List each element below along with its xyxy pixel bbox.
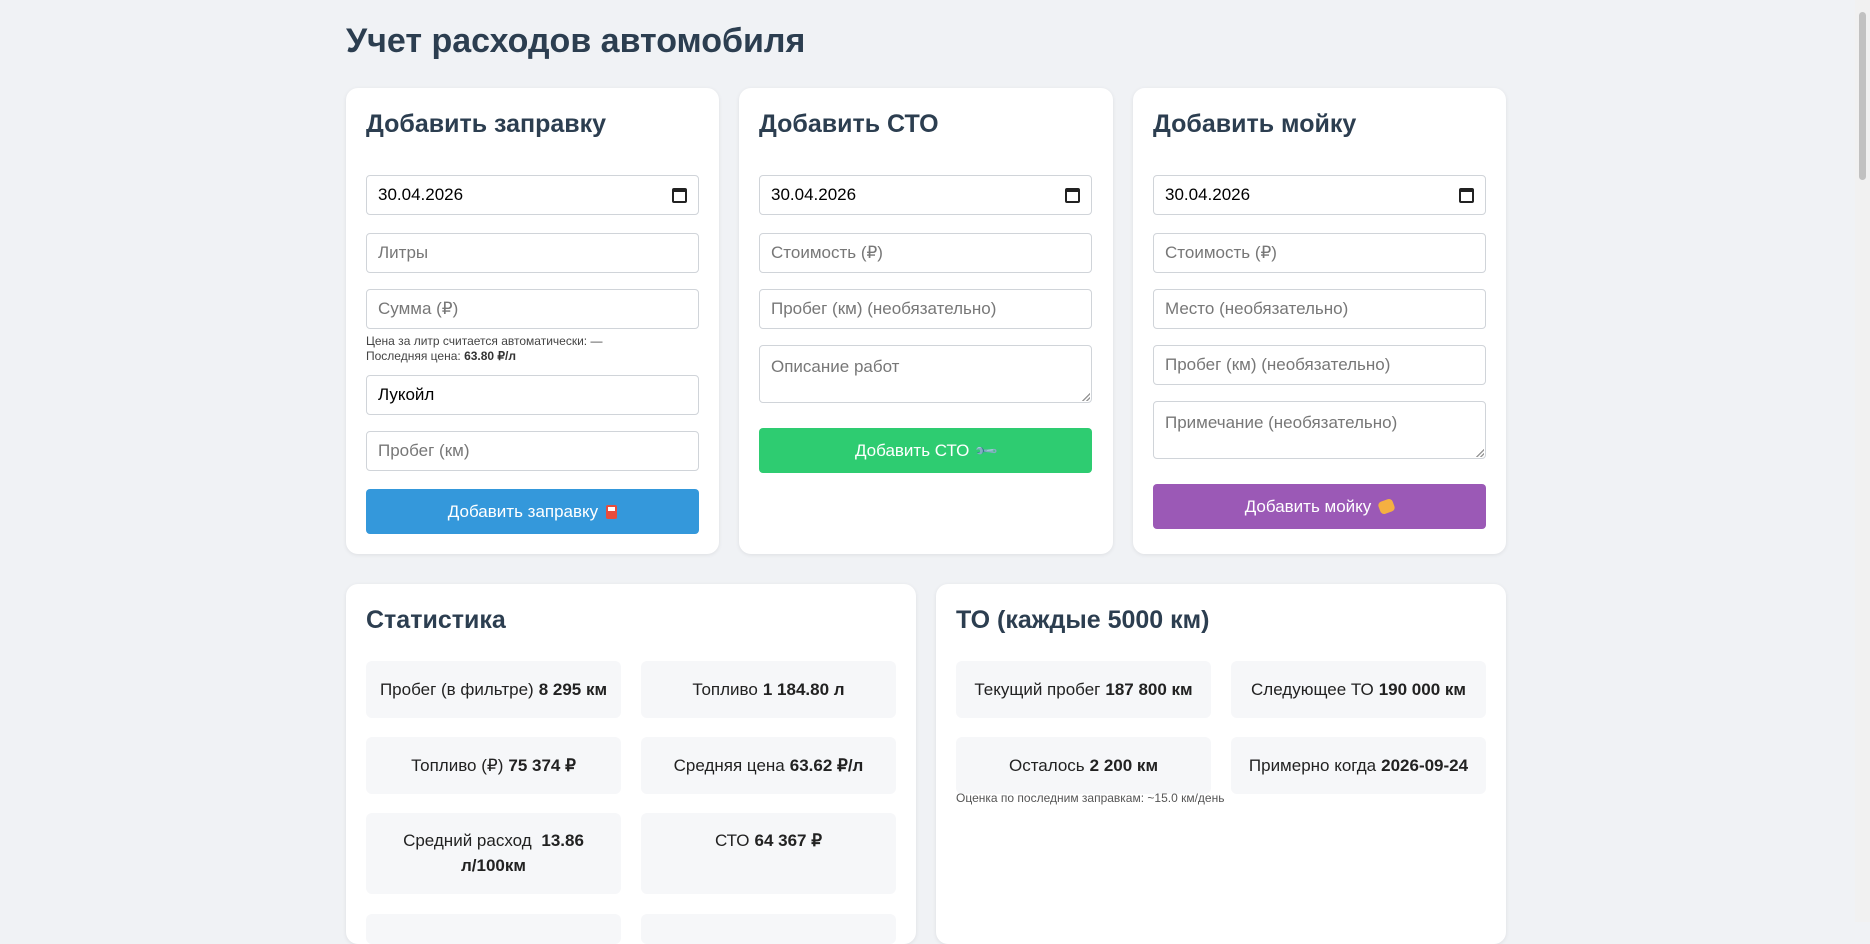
last-price-line: Последняя цена: 63.80 ₽/л	[366, 349, 602, 364]
fuel-liters-input[interactable]	[366, 233, 699, 273]
fuel-date-input[interactable]: 30.04.2026	[366, 175, 699, 215]
stat-value: 190 000 км	[1378, 680, 1466, 699]
wrench-icon: 🔧	[974, 438, 1000, 464]
fuel-date-value: 30.04.2026	[378, 185, 464, 204]
add-wash-button-label: Добавить мойку	[1244, 496, 1372, 516]
stat-item-fuel-liters: Топливо 1 184.80 л	[641, 661, 896, 718]
service-date-value: 30.04.2026	[771, 185, 857, 204]
to-item-current-mileage: Текущий пробег 187 800 км	[956, 661, 1211, 718]
fuel-pump-icon	[606, 504, 618, 519]
stat-value: 8 295 км	[538, 680, 608, 699]
stats-card: Статистика Пробег (в фильтре) 8 295 км То…	[346, 584, 916, 944]
stat-label: Текущий пробег	[974, 680, 1101, 699]
stat-value: 1 184.80 л	[762, 680, 845, 699]
wash-card: Добавить мойку 30.04.2026 Добавить мойку	[1133, 88, 1506, 554]
to-item-next-service: Следующее ТО 190 000 км	[1231, 661, 1486, 718]
wash-mileage-input[interactable]	[1153, 345, 1486, 385]
wash-date-value: 30.04.2026	[1165, 185, 1251, 204]
to-item-remaining: Осталось 2 200 км	[956, 737, 1211, 794]
add-service-button-label: Добавить СТО	[854, 440, 970, 460]
stat-label: СТО	[714, 831, 750, 850]
service-description-wrap	[759, 345, 1092, 403]
sponge-icon	[1377, 497, 1397, 516]
service-description-input[interactable]	[759, 345, 1092, 403]
wash-note-wrap	[1153, 401, 1486, 459]
stat-label: Примерно когда	[1248, 756, 1377, 775]
auto-price-text: Цена за литр считается автоматически: —	[366, 334, 603, 348]
wash-date-input[interactable]: 30.04.2026	[1153, 175, 1486, 215]
wash-place-input[interactable]	[1153, 289, 1486, 329]
stat-label: Осталось	[1008, 756, 1085, 775]
stat-item-fuel-cost: Топливо (₽) 75 374 ₽	[366, 737, 621, 794]
service-date-input[interactable]: 30.04.2026	[759, 175, 1092, 215]
maintenance-card: ТО (каждые 5000 км) Текущий пробег 187 80…	[936, 584, 1506, 944]
stat-item-avg-consumption: Средний расход 13.86 л/100км	[366, 813, 621, 894]
fuel-card-title: Добавить заправку	[366, 110, 607, 138]
stat-value: 64 367 ₽	[754, 831, 823, 850]
stat-value: 63.62 ₽/л	[789, 756, 864, 775]
stat-value: 187 800 км	[1105, 680, 1193, 699]
stat-item-partial	[366, 914, 621, 944]
add-wash-button[interactable]: Добавить мойку	[1153, 484, 1486, 529]
add-service-button[interactable]: Добавить СТО 🔧	[759, 428, 1092, 473]
page-title: Учет расходов автомобиля	[346, 22, 806, 60]
stat-label: Средняя цена	[673, 756, 785, 775]
stat-label: Средний расход	[403, 831, 532, 850]
stats-card-title: Статистика	[366, 606, 506, 634]
stat-item-mileage: Пробег (в фильтре) 8 295 км	[366, 661, 621, 718]
estimate-note: Оценка по последним заправкам: ~15.0 км/…	[956, 791, 1225, 805]
scrollbar-thumb[interactable]	[1859, 12, 1866, 180]
stat-item-avg-price: Средняя цена 63.62 ₽/л	[641, 737, 896, 794]
wash-note-input[interactable]	[1153, 401, 1486, 459]
service-card: Добавить СТО 30.04.2026 Добавить СТО 🔧	[739, 88, 1113, 554]
price-per-liter-hint: Цена за литр считается автоматически: — …	[366, 334, 602, 364]
resize-handle-icon[interactable]	[1476, 449, 1484, 457]
fuel-mileage-input[interactable]	[366, 431, 699, 471]
calendar-icon[interactable]	[672, 187, 687, 203]
stat-item-service-cost: СТО 64 367 ₽	[641, 813, 896, 894]
stat-value: 2026-09-24	[1381, 756, 1469, 775]
stat-label: Следующее ТО	[1251, 680, 1374, 699]
service-card-title: Добавить СТО	[759, 110, 939, 138]
fuel-sum-input[interactable]	[366, 289, 699, 329]
add-fuel-button[interactable]: Добавить заправку	[366, 489, 699, 534]
resize-handle-icon[interactable]	[1082, 393, 1090, 401]
stat-label: Топливо	[692, 680, 758, 699]
stat-value: 75 374 ₽	[508, 756, 576, 775]
page-scrollbar[interactable]	[1855, 0, 1870, 922]
calendar-icon[interactable]	[1065, 187, 1080, 203]
last-price-label: Последняя цена:	[366, 349, 461, 363]
add-fuel-button-label: Добавить заправку	[447, 501, 599, 521]
calendar-icon[interactable]	[1459, 187, 1474, 203]
fuel-card: Добавить заправку 30.04.2026 Цена за лит…	[346, 88, 719, 554]
stat-value: 2 200 км	[1089, 756, 1159, 775]
stat-label: Пробег (в фильтре)	[379, 680, 534, 699]
fuel-station-input[interactable]	[366, 375, 699, 415]
last-price-value: 63.80 ₽/л	[464, 349, 517, 363]
stat-label: Топливо (₽)	[411, 756, 504, 775]
wash-card-title: Добавить мойку	[1153, 110, 1357, 138]
stat-item-partial	[641, 914, 896, 944]
maintenance-card-title: ТО (каждые 5000 км)	[956, 606, 1210, 634]
to-item-estimated-date: Примерно когда 2026-09-24	[1231, 737, 1486, 794]
service-cost-input[interactable]	[759, 233, 1092, 273]
wash-cost-input[interactable]	[1153, 233, 1486, 273]
service-mileage-input[interactable]	[759, 289, 1092, 329]
